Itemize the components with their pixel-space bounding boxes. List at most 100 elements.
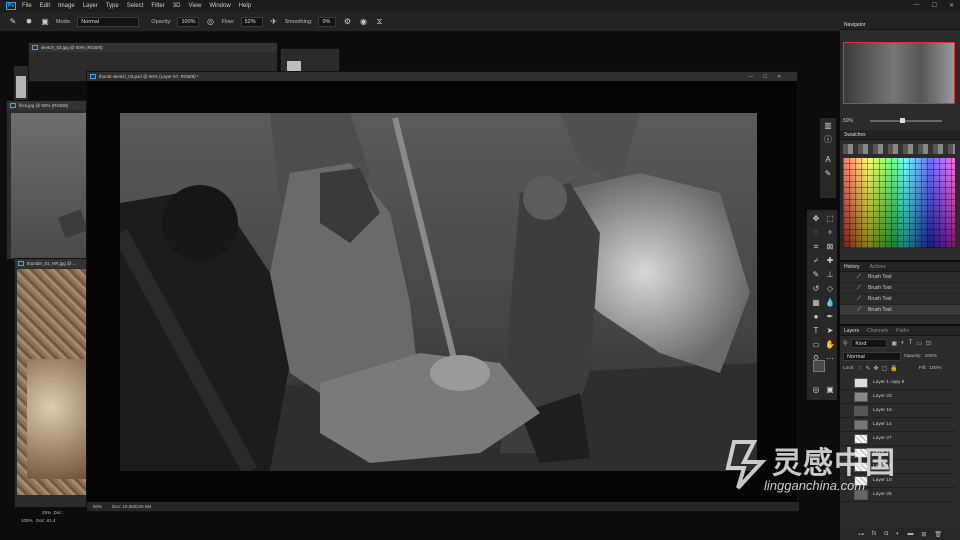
folder-icon[interactable]: ▬: [908, 531, 914, 537]
link-layers-icon[interactable]: ⊶: [858, 531, 864, 538]
frame-tool-icon[interactable]: ⊠: [824, 241, 836, 253]
menu-image[interactable]: Image: [58, 3, 75, 9]
layer-row[interactable]: Layer 14: [840, 418, 956, 432]
document-window-main[interactable]: thumb sketch_03.psd @ 50% (Layer 67, RGB…: [86, 71, 799, 512]
healing-brush-icon[interactable]: ✚: [824, 255, 836, 267]
filter-adjust-icon[interactable]: ◐: [901, 340, 905, 346]
history-item[interactable]: ⟋ Brush Tool: [840, 272, 960, 283]
dodge-icon[interactable]: ●: [810, 311, 822, 323]
filter-type-icon[interactable]: T: [909, 340, 913, 346]
swatch-grid[interactable]: [843, 158, 955, 248]
foreground-color-swatch[interactable]: [813, 360, 825, 372]
marquee-tool-icon[interactable]: ⬚: [824, 213, 836, 225]
info-icon[interactable]: ⓘ: [822, 134, 834, 146]
quick-mask-icon[interactable]: ◎: [810, 384, 822, 396]
lock-paint-icon[interactable]: ✎: [866, 365, 871, 372]
navigator-preview[interactable]: [843, 42, 955, 104]
brush-settings-icon[interactable]: ✎: [822, 168, 834, 180]
opacity-field[interactable]: 100%: [177, 16, 200, 27]
stamp-tool-icon[interactable]: ⊥: [824, 269, 836, 281]
symmetry-icon[interactable]: ⧖: [374, 17, 384, 27]
document-tab-main[interactable]: thumb sketch_03.psd @ 50% (Layer 67, RGB…: [87, 72, 797, 81]
gradient-icon[interactable]: ▦: [810, 297, 822, 309]
canvas-artwork[interactable]: [120, 113, 757, 471]
pressure-size-icon[interactable]: ◉: [358, 17, 368, 27]
brush-preset-icon[interactable]: ✸: [24, 17, 34, 27]
path-select-icon[interactable]: ➤: [824, 325, 836, 337]
layer-opacity-value[interactable]: 100%: [925, 354, 937, 359]
blend-mode-select[interactable]: Normal: [843, 351, 901, 361]
histogram-icon[interactable]: ▥: [822, 120, 834, 132]
swatches-tab[interactable]: Swatches: [840, 130, 960, 140]
menu-file[interactable]: File: [22, 3, 32, 9]
document-window-files[interactable]: files.jpg @ 50% (RGB/8): [6, 100, 91, 260]
type-tool-icon[interactable]: T: [810, 325, 822, 337]
layer-row[interactable]: Layer 1 copy 8: [840, 376, 956, 390]
brush-panel-icon[interactable]: ▣: [40, 17, 50, 27]
document-window-controls[interactable]: —☐✕: [749, 72, 791, 81]
history-item-selected[interactable]: ⟋ Brush Tool: [840, 305, 960, 316]
layer-row[interactable]: Layer 16: [840, 404, 956, 418]
airbrush-icon[interactable]: ✈: [269, 17, 279, 27]
menu-view[interactable]: View: [188, 3, 201, 9]
filter-pixel-icon[interactable]: ▣: [891, 340, 897, 347]
lock-move-icon[interactable]: ✥: [874, 365, 879, 372]
flow-field[interactable]: 52%: [240, 16, 263, 27]
menu-type[interactable]: Type: [106, 3, 119, 9]
lock-pixels-icon[interactable]: ⁙: [857, 365, 862, 372]
tab-layers[interactable]: Layers: [844, 326, 859, 335]
new-layer-icon[interactable]: ⊞: [921, 531, 926, 538]
more-tools-icon[interactable]: ⋯: [824, 353, 836, 365]
menu-filter[interactable]: Filter: [151, 3, 164, 9]
filter-smart-icon[interactable]: ⊡: [926, 340, 931, 347]
character-icon[interactable]: A: [822, 154, 834, 166]
document-window-thumbn[interactable]: thumbn_01_HR.jpg @ ... 100% Doc: 61.4: [14, 258, 94, 523]
close-button[interactable]: ✕: [949, 2, 954, 9]
menu-layer[interactable]: Layer: [83, 3, 98, 9]
lock-artboard-icon[interactable]: ▢: [882, 365, 888, 372]
hand-tool-icon[interactable]: ✋: [824, 339, 836, 351]
adjustment-icon[interactable]: ◐: [896, 531, 900, 537]
navigator-zoom-value[interactable]: 50%: [843, 118, 853, 124]
navigator-tab[interactable]: Navigator: [840, 20, 960, 30]
history-item[interactable]: ⟋ Brush Tool: [840, 283, 960, 294]
gear-icon[interactable]: ⚙: [342, 17, 352, 27]
menu-help[interactable]: Help: [239, 3, 251, 9]
tab-paths[interactable]: Paths: [896, 326, 909, 335]
brush-tool-icon[interactable]: ✎: [8, 17, 18, 27]
document-tab-thumbn[interactable]: thumbn_01_HR.jpg @ ...: [15, 259, 93, 268]
screen-mode-icon[interactable]: ▣: [824, 384, 836, 396]
layer-kind-select[interactable]: Kind: [851, 338, 888, 348]
brush-tool-icon[interactable]: ✎: [810, 269, 822, 281]
tab-history[interactable]: History: [844, 262, 860, 271]
fx-icon[interactable]: fx: [872, 531, 877, 537]
menu-select[interactable]: Select: [127, 3, 144, 9]
recent-swatches[interactable]: [843, 144, 955, 154]
navigator-slider-handle[interactable]: [900, 118, 905, 123]
menu-3d[interactable]: 3D: [173, 3, 181, 9]
navigator-zoom-slider[interactable]: [870, 118, 942, 123]
history-brush-icon[interactable]: ↺: [810, 283, 822, 295]
shape-tool-icon[interactable]: ▭: [810, 339, 822, 351]
crop-tool-icon[interactable]: ⌗: [810, 241, 822, 253]
lasso-tool-icon[interactable]: ◌: [810, 227, 822, 239]
trash-icon[interactable]: 🗑: [934, 531, 942, 538]
document-tab-sketch[interactable]: sketch_03.jpg @ 50% (RGB/8): [29, 43, 277, 52]
lock-all-icon[interactable]: 🔒: [890, 365, 897, 372]
fill-value[interactable]: 100%: [929, 366, 941, 371]
mode-select[interactable]: Normal: [77, 16, 140, 27]
minimize-button[interactable]: —: [914, 2, 920, 9]
blur-icon[interactable]: 💧: [824, 297, 836, 309]
mask-icon[interactable]: ◘: [884, 531, 888, 537]
document-tab-files[interactable]: files.jpg @ 50% (RGB/8): [7, 101, 89, 110]
menu-edit[interactable]: Edit: [40, 3, 50, 9]
move-tool-icon[interactable]: ✥: [810, 213, 822, 225]
tab-channels[interactable]: Channels: [867, 326, 888, 335]
menu-window[interactable]: Window: [209, 3, 230, 9]
smoothing-field[interactable]: 0%: [318, 16, 337, 27]
tab-actions[interactable]: Actions: [870, 262, 886, 271]
pen-tool-icon[interactable]: ✒: [824, 311, 836, 323]
magic-wand-icon[interactable]: ✧: [824, 227, 836, 239]
maximize-button[interactable]: ☐: [932, 2, 937, 9]
layer-row[interactable]: Layer 23: [840, 390, 956, 404]
